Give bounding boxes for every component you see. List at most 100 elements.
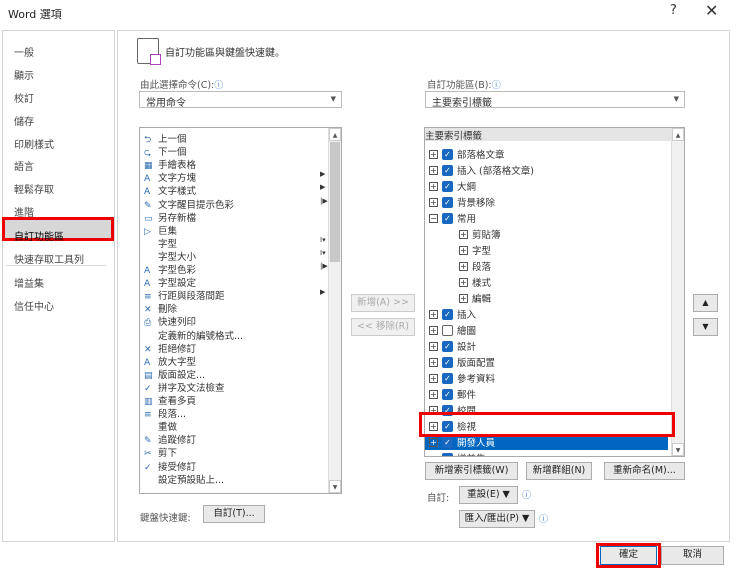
- remove-button[interactable]: << 移除(R): [351, 318, 415, 336]
- add-button[interactable]: 新增(A) >>: [351, 294, 415, 312]
- commands-list[interactable]: ▲ ▼ ⮌ 上一個 ⮎ 下一個 ▦ 手繪表格 A 文字方塊 ▶ A 文字樣式 ▶ ✎ 文字醒目提示色彩 |▶…: [139, 127, 342, 494]
- command-item[interactable]: ✓ 接受修訂: [144, 459, 196, 473]
- customize-shortcuts-button[interactable]: 自訂(T)...: [203, 505, 265, 523]
- tree-item[interactable]: + ✓ 參考資料: [429, 370, 495, 386]
- expand-icon[interactable]: +: [429, 357, 438, 367]
- command-item[interactable]: ✓ 拼字及文法檢查: [144, 380, 225, 394]
- command-item[interactable]: ▭ 另存新檔: [144, 210, 196, 224]
- expand-icon[interactable]: +: [459, 261, 468, 271]
- command-item[interactable]: A 字型色彩 |▶: [144, 262, 328, 276]
- tree-item[interactable]: + 樣式: [459, 274, 491, 290]
- command-item[interactable]: 定義新的編號格式...: [144, 328, 243, 342]
- expand-icon[interactable]: +: [429, 325, 438, 335]
- expand-icon[interactable]: +: [429, 437, 438, 447]
- checkbox[interactable]: ✓: [442, 356, 453, 368]
- tree-item[interactable]: + 剪貼簿: [459, 226, 501, 242]
- expand-icon[interactable]: +: [429, 181, 438, 191]
- sidebar-item[interactable]: 印刷樣式: [14, 136, 54, 151]
- command-item[interactable]: ⎙ 快速列印: [144, 314, 196, 328]
- expand-icon[interactable]: +: [459, 277, 468, 287]
- tree-item[interactable]: + ✓ 設計: [429, 338, 476, 354]
- sidebar-item[interactable]: 自訂功能區: [14, 228, 64, 243]
- command-item[interactable]: 字型 I▾: [144, 236, 326, 250]
- expand-icon[interactable]: +: [429, 373, 438, 383]
- command-item[interactable]: ⮌ 上一個: [144, 131, 187, 145]
- command-item[interactable]: ✕ 拒絕修訂: [144, 341, 196, 355]
- command-item[interactable]: ≡ 行距與段落間距 ▶: [144, 288, 325, 302]
- expand-icon[interactable]: +: [429, 341, 438, 351]
- checkbox[interactable]: [442, 324, 453, 336]
- sidebar-item[interactable]: 增益集: [14, 275, 44, 290]
- tree-item[interactable]: + ✓ 背景移除: [429, 194, 495, 210]
- command-item[interactable]: A 字型設定: [144, 275, 196, 289]
- sidebar-item[interactable]: 一般: [14, 44, 34, 59]
- collapse-icon[interactable]: −: [429, 213, 438, 223]
- command-item[interactable]: 設定預設貼上...: [144, 472, 224, 486]
- expand-icon[interactable]: +: [429, 389, 438, 399]
- tree-scrollbar[interactable]: ▲ ▼: [671, 128, 684, 456]
- command-item[interactable]: ≡ 段落...: [144, 406, 186, 420]
- info-icon[interactable]: ⓘ: [214, 81, 223, 91]
- cancel-button[interactable]: 取消: [661, 546, 724, 565]
- scroll-up-icon[interactable]: ▲: [672, 128, 684, 141]
- tree-item[interactable]: 主要索引標籤: [425, 128, 672, 142]
- reset-button[interactable]: 重設(E) ▼: [459, 486, 518, 504]
- tree-item[interactable]: + 編輯: [459, 290, 491, 306]
- command-item[interactable]: ⮎ 下一個: [144, 144, 187, 158]
- expand-icon[interactable]: +: [459, 245, 468, 255]
- tree-item[interactable]: + ✓ 插入: [429, 306, 476, 322]
- sidebar-item[interactable]: 快速存取工具列: [14, 251, 84, 266]
- customize-ribbon-combo[interactable]: 主要索引標籤 ▼: [425, 91, 685, 109]
- move-down-button[interactable]: ▼: [693, 318, 718, 336]
- expand-icon[interactable]: +: [459, 293, 468, 303]
- command-item[interactable]: ✂ 剪下: [144, 445, 177, 459]
- command-item[interactable]: A 放大字型: [144, 354, 196, 368]
- checkbox[interactable]: ✓: [442, 164, 453, 176]
- command-item[interactable]: ▤ 版面設定...: [144, 367, 205, 381]
- ok-button[interactable]: 確定: [600, 546, 657, 565]
- tree-item[interactable]: + ✓ 版面配置: [429, 354, 495, 370]
- command-item[interactable]: ✎ 追蹤修訂: [144, 432, 196, 446]
- new-tab-button[interactable]: 新增索引標籤(W): [425, 462, 518, 480]
- close-button[interactable]: ✕: [705, 1, 718, 20]
- expand-icon[interactable]: +: [429, 149, 438, 159]
- checkbox[interactable]: ✓: [442, 196, 453, 208]
- tree-item[interactable]: + ✓ 插入 (部落格文章): [429, 162, 534, 178]
- scroll-down-icon[interactable]: ▼: [329, 480, 341, 493]
- command-item[interactable]: 字型大小 I▾: [144, 249, 326, 263]
- scroll-down-icon[interactable]: ▼: [672, 443, 684, 456]
- scroll-up-icon[interactable]: ▲: [329, 128, 341, 141]
- checkbox[interactable]: ✓: [442, 148, 453, 160]
- command-item[interactable]: ▦ 手繪表格: [144, 157, 196, 171]
- move-up-button[interactable]: ▲: [693, 294, 718, 312]
- expand-icon[interactable]: +: [429, 197, 438, 207]
- checkbox[interactable]: ✓: [442, 452, 453, 456]
- command-item[interactable]: ▷ 巨集: [144, 223, 177, 237]
- tree-item[interactable]: ✓ 增益集: [429, 450, 486, 456]
- tree-item[interactable]: − ✓ 常用: [429, 210, 476, 226]
- ribbon-tree[interactable]: ▲ ▼ 主要索引標籤 + ✓ 部落格文章 + ✓ 插入 (部落格文章) + ✓ 大綱 + ✓ 背景移除 −…: [424, 127, 685, 457]
- command-item[interactable]: ✕ 刪除: [144, 301, 177, 315]
- tree-item[interactable]: + 字型: [459, 242, 491, 258]
- rename-button[interactable]: 重新命名(M)...: [604, 462, 685, 480]
- tree-item[interactable]: + 段落: [459, 258, 491, 274]
- info-icon[interactable]: ⓘ: [492, 81, 501, 91]
- import-export-button[interactable]: 匯入/匯出(P) ▼: [459, 510, 535, 528]
- command-item[interactable]: ▥ 查看多頁: [144, 393, 196, 407]
- command-item[interactable]: A 文字樣式 ▶: [144, 183, 325, 197]
- sidebar-item[interactable]: 信任中心: [14, 298, 54, 313]
- info-icon[interactable]: ⓘ: [522, 488, 531, 501]
- expand-icon[interactable]: +: [429, 309, 438, 319]
- tree-item[interactable]: + ✓ 郵件: [429, 386, 476, 402]
- command-item[interactable]: 重做: [144, 419, 177, 433]
- checkbox[interactable]: ✓: [442, 308, 453, 320]
- checkbox[interactable]: ✓: [442, 436, 453, 448]
- command-item[interactable]: ✎ 文字醒目提示色彩 |▶: [144, 197, 328, 211]
- sidebar-item[interactable]: 進階: [14, 204, 34, 219]
- tree-item[interactable]: + 繪圖: [429, 322, 476, 338]
- choose-commands-combo[interactable]: 常用命令 ▼: [139, 91, 342, 109]
- checkbox[interactable]: ✓: [442, 340, 453, 352]
- sidebar-item[interactable]: 校訂: [14, 90, 34, 105]
- command-item[interactable]: A 文字方塊 ▶: [144, 170, 325, 184]
- sidebar-item[interactable]: 顯示: [14, 67, 34, 82]
